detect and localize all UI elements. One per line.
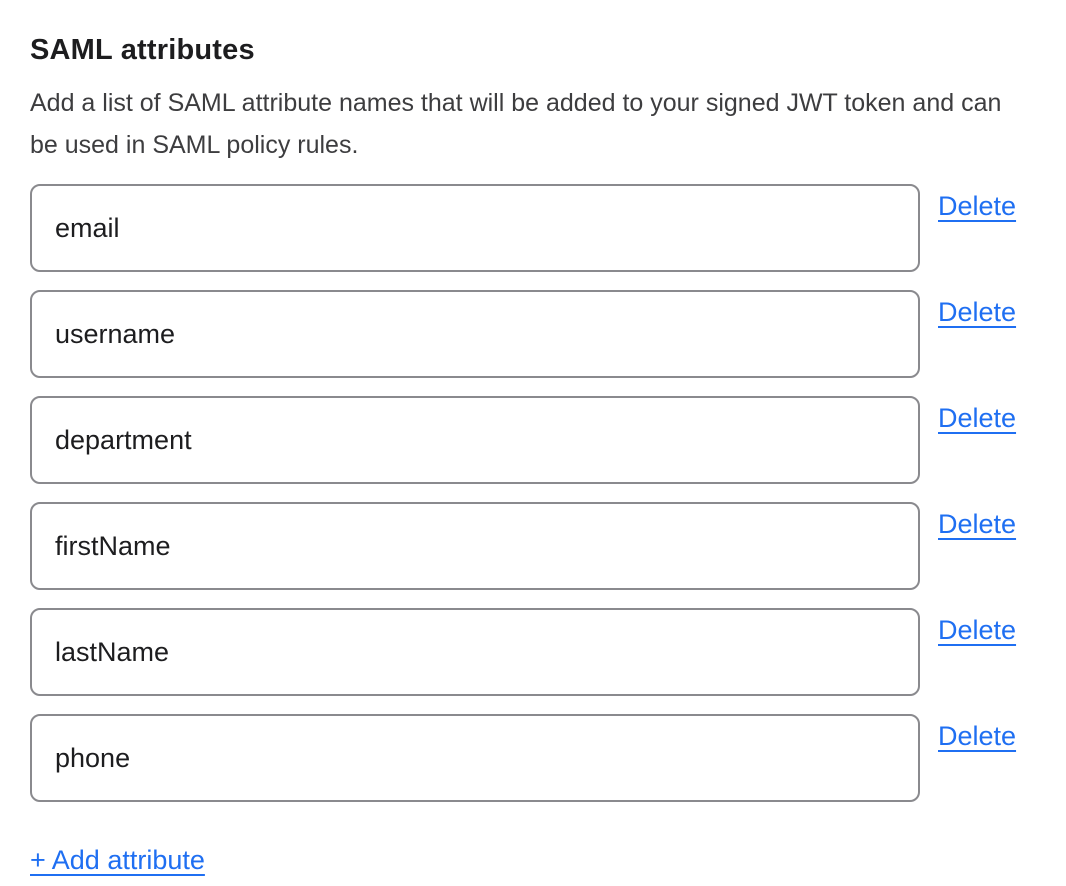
- attribute-name-input[interactable]: [30, 502, 920, 590]
- add-attribute-link[interactable]: + Add attribute: [30, 846, 205, 876]
- attribute-list: Delete Delete Delete Delete Delete: [30, 184, 1036, 802]
- delete-attribute-link[interactable]: Delete: [938, 510, 1016, 540]
- attribute-name-input[interactable]: [30, 608, 920, 696]
- delete-attribute-link[interactable]: Delete: [938, 298, 1016, 328]
- attribute-name-input[interactable]: [30, 290, 920, 378]
- saml-attributes-section: SAML attributes Add a list of SAML attri…: [0, 0, 1066, 876]
- section-description: Add a list of SAML attribute names that …: [30, 82, 1035, 166]
- attribute-name-input[interactable]: [30, 184, 920, 272]
- attribute-row: Delete: [30, 290, 1036, 378]
- section-title: SAML attributes: [30, 32, 1036, 68]
- attribute-row: Delete: [30, 184, 1036, 272]
- delete-attribute-link[interactable]: Delete: [938, 722, 1016, 752]
- attribute-row: Delete: [30, 502, 1036, 590]
- delete-attribute-link[interactable]: Delete: [938, 616, 1016, 646]
- attribute-row: Delete: [30, 396, 1036, 484]
- attribute-name-input[interactable]: [30, 396, 920, 484]
- delete-attribute-link[interactable]: Delete: [938, 192, 1016, 222]
- delete-attribute-link[interactable]: Delete: [938, 404, 1016, 434]
- attribute-row: Delete: [30, 608, 1036, 696]
- attribute-name-input[interactable]: [30, 714, 920, 802]
- attribute-row: Delete: [30, 714, 1036, 802]
